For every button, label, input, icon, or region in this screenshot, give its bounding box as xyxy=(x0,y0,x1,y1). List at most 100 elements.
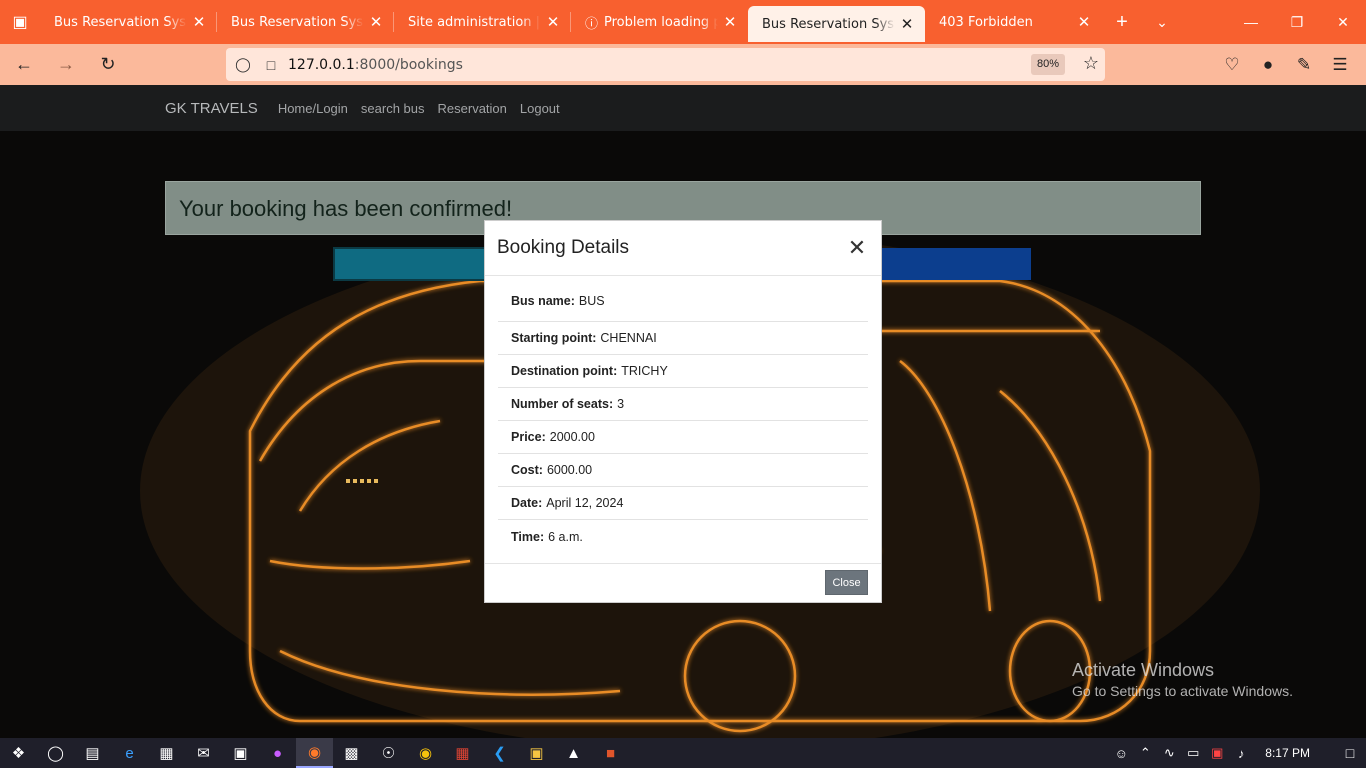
detail-label: Price: xyxy=(511,430,546,444)
detail-starting-point: Starting point: CHENNAI xyxy=(498,322,868,355)
watermark-title: Activate Windows xyxy=(1072,660,1215,680)
windows-taskbar: ❖ ◯ ▤ e ▦ ✉ ▣ ● ◉ ▩ ☉ ◉ ▦ ❮ ▣ ▲ ■ ☺ ⌃ ∿ … xyxy=(0,738,1366,768)
close-tab-icon[interactable]: ✕ xyxy=(899,15,915,33)
browser-tab-active[interactable]: Bus Reservation System in ✕ xyxy=(748,6,925,42)
url-host: 127.0.0.1 xyxy=(288,56,355,73)
tab-label: Problem loading page xyxy=(604,14,718,30)
detail-label: Time: xyxy=(511,529,545,544)
search-icon[interactable]: ◯ xyxy=(37,738,74,768)
minimize-icon[interactable]: — xyxy=(1228,0,1274,44)
battery-icon[interactable]: ▭ xyxy=(1181,745,1205,761)
activate-windows-watermark: Activate Windows Go to Settings to activ… xyxy=(1072,660,1293,699)
browser-tab[interactable]: Bus Reservation System in ✕ xyxy=(40,0,217,44)
nav-link-home-login[interactable]: Home/Login xyxy=(278,101,348,116)
powerpoint-icon[interactable]: ■ xyxy=(592,738,629,768)
task-view-icon[interactable]: ▤ xyxy=(74,738,111,768)
nav-link-reservation[interactable]: Reservation xyxy=(438,101,507,116)
modal-header: Booking Details ✕ xyxy=(485,221,881,276)
restore-icon[interactable]: ❐ xyxy=(1274,0,1320,44)
watermark-subtitle: Go to Settings to activate Windows. xyxy=(1072,683,1293,699)
wifi-icon[interactable]: ∿ xyxy=(1157,745,1181,761)
detail-price: Price: 2000.00 xyxy=(498,421,868,454)
app-mask-icon[interactable]: ● xyxy=(259,738,296,768)
background-panel-left xyxy=(333,247,493,281)
address-bar[interactable]: ◯ □ 127.0.0.1:8000/bookings 80% ☆ xyxy=(226,48,1105,81)
back-arrow-icon[interactable]: ← xyxy=(6,47,42,83)
detail-value: April 12, 2024 xyxy=(546,496,624,510)
store-icon[interactable]: ▦ xyxy=(148,738,185,768)
detail-bus-name: Bus name: BUS xyxy=(498,294,868,322)
account-icon[interactable]: ● xyxy=(1250,55,1286,75)
nav-link-search-bus[interactable]: search bus xyxy=(361,101,425,116)
url-text[interactable]: 127.0.0.1:8000/bookings xyxy=(288,57,463,73)
detail-value: TRICHY xyxy=(621,364,668,378)
site-navbar: GK TRAVELS Home/Login search bus Reserva… xyxy=(0,85,1366,131)
camera-icon[interactable]: ▣ xyxy=(222,738,259,768)
page-icon[interactable]: □ xyxy=(258,57,284,73)
system-tray: ☺ ⌃ ∿ ▭ ▣ ♪ 8:17 PM □ xyxy=(1109,738,1366,768)
mail-icon[interactable]: ✉ xyxy=(185,738,222,768)
detail-value: 3 xyxy=(617,397,625,411)
detail-destination-point: Destination point: TRICHY xyxy=(498,355,868,388)
tab-label: Bus Reservation System in xyxy=(54,14,187,30)
detail-label: Number of seats: xyxy=(511,397,614,411)
browser-tab[interactable]: 403 Forbidden ✕ xyxy=(925,0,1102,44)
detail-label: Starting point: xyxy=(511,331,597,345)
photos-icon[interactable]: ▲ xyxy=(555,738,592,768)
detail-date: Date: April 12, 2024 xyxy=(498,487,868,520)
window-controls: — ❐ ✕ xyxy=(1228,0,1366,44)
bookmark-star-icon[interactable]: ☆ xyxy=(1083,53,1099,74)
close-tab-icon[interactable]: ✕ xyxy=(722,13,738,31)
detail-time: Time: 6 a.m. xyxy=(498,520,868,553)
detail-label: Cost: xyxy=(511,463,543,477)
close-tab-icon[interactable]: ✕ xyxy=(545,13,561,31)
browser-toolbar: ← → ↻ ◯ □ 127.0.0.1:8000/bookings 80% ☆ … xyxy=(0,44,1366,85)
shield-icon[interactable]: ◯ xyxy=(228,56,258,73)
vscode-icon[interactable]: ❮ xyxy=(481,738,518,768)
terminal-icon[interactable]: ▩ xyxy=(333,738,370,768)
close-icon[interactable]: ✕ xyxy=(845,235,869,261)
browser-tab[interactable]: Bus Reservation System in ✕ xyxy=(217,0,394,44)
pocket-icon[interactable]: ♡ xyxy=(1214,55,1250,75)
close-tab-icon[interactable]: ✕ xyxy=(368,13,384,31)
security-icon[interactable]: ▣ xyxy=(1205,745,1229,761)
winrar-icon[interactable]: ▦ xyxy=(444,738,481,768)
extensions-icon[interactable]: ✎ xyxy=(1286,55,1322,75)
new-tab-icon[interactable]: + xyxy=(1102,0,1142,44)
info-icon: ⓘ xyxy=(585,16,599,32)
tab-list-icon[interactable]: ▣ xyxy=(0,0,40,44)
volume-icon[interactable]: ♪ xyxy=(1229,746,1253,761)
browser-tab[interactable]: Site administration | Django ✕ xyxy=(394,0,571,44)
browser-tab[interactable]: ⓘ Problem loading page ✕ xyxy=(571,0,748,44)
modal-body: Bus name: BUS Starting point: CHENNAI De… xyxy=(485,276,881,553)
chevron-up-icon[interactable]: ⌃ xyxy=(1133,745,1157,761)
modal-title: Booking Details xyxy=(497,237,630,258)
firefox-icon[interactable]: ◉ xyxy=(296,738,333,768)
close-tab-icon[interactable]: ✕ xyxy=(1076,13,1092,31)
chrome-icon[interactable]: ◉ xyxy=(407,738,444,768)
github-icon[interactable]: ☉ xyxy=(370,738,407,768)
detail-value: 2000.00 xyxy=(549,430,595,444)
reload-icon[interactable]: ↻ xyxy=(90,47,126,83)
windows-start-icon[interactable]: ❖ xyxy=(0,738,37,768)
file-explorer-icon[interactable]: ▣ xyxy=(518,738,555,768)
detail-label: Destination point: xyxy=(511,364,618,378)
menu-icon[interactable]: ☰ xyxy=(1322,55,1358,75)
nav-link-logout[interactable]: Logout xyxy=(520,101,560,116)
tab-label: Site administration | Django xyxy=(408,14,541,30)
chevron-down-icon[interactable]: ⌄ xyxy=(1142,0,1182,44)
taskbar-clock[interactable]: 8:17 PM xyxy=(1265,746,1310,760)
detail-value: 6000.00 xyxy=(546,463,593,477)
forward-arrow-icon[interactable]: → xyxy=(48,47,84,83)
close-tab-icon[interactable]: ✕ xyxy=(191,13,207,31)
close-window-icon[interactable]: ✕ xyxy=(1320,0,1366,44)
detail-value: CHENNAI xyxy=(600,331,657,345)
notification-icon[interactable]: □ xyxy=(1334,745,1366,761)
close-button[interactable]: Close xyxy=(825,570,868,595)
site-brand[interactable]: GK TRAVELS xyxy=(165,100,258,117)
detail-cost: Cost: 6000.00 xyxy=(498,454,868,487)
people-icon[interactable]: ☺ xyxy=(1109,746,1133,761)
edge-icon[interactable]: e xyxy=(111,738,148,768)
zoom-level-badge[interactable]: 80% xyxy=(1030,54,1065,75)
tab-label: 403 Forbidden xyxy=(939,14,1033,30)
